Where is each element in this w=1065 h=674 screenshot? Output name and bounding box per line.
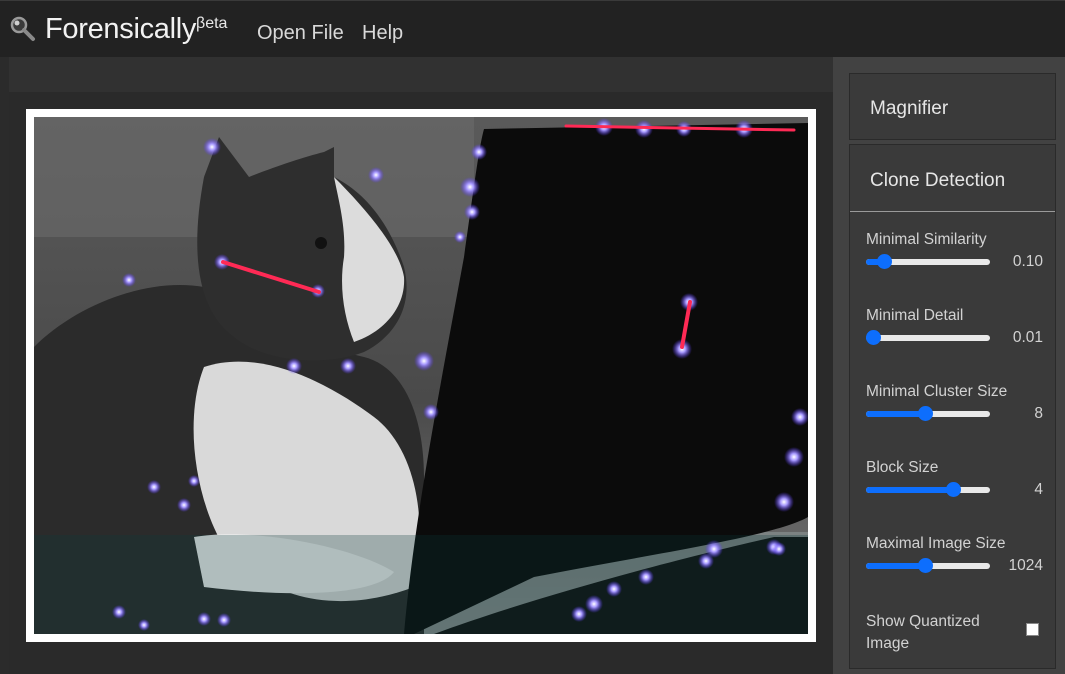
show-quantized-image-label: Show Quantized Image xyxy=(866,611,980,655)
cat-eye xyxy=(315,237,327,249)
open-file-menu[interactable]: Open File xyxy=(257,22,344,45)
maximal-image-size-slider[interactable] xyxy=(866,558,990,574)
slider-thumb[interactable] xyxy=(877,254,892,269)
clone-detection-panel: Clone Detection Minimal Similarity 0.10 … xyxy=(849,144,1056,669)
slider-thumb[interactable] xyxy=(866,330,881,345)
minimal-detail-slider[interactable] xyxy=(866,330,990,346)
lower-tint xyxy=(34,535,808,634)
maximal-image-size-value: 1024 xyxy=(1008,557,1043,574)
minimal-similarity-slider[interactable] xyxy=(866,254,990,270)
minimal-cluster-size-value: 8 xyxy=(1034,405,1043,422)
beta-badge: βeta xyxy=(196,15,228,32)
magnifier-panel[interactable]: Magnifier xyxy=(849,73,1056,140)
show-quantized-label-line2: Image xyxy=(866,635,910,652)
slider-thumb[interactable] xyxy=(946,482,962,497)
minimal-similarity-value: 0.10 xyxy=(1012,253,1043,270)
analysis-canvas[interactable] xyxy=(34,117,808,634)
clone-detection-overlay xyxy=(34,117,808,634)
block-size-slider[interactable] xyxy=(866,482,990,498)
slider-thumb[interactable] xyxy=(917,558,933,573)
top-bar: Forensically βeta Open File Help xyxy=(0,0,1065,57)
maximal-image-size-label: Maximal Image Size xyxy=(866,535,1006,552)
minimal-detail-label: Minimal Detail xyxy=(866,307,964,324)
minimal-cluster-size-slider[interactable] xyxy=(866,406,990,422)
slider-thumb[interactable] xyxy=(917,406,933,421)
workspace-header-band xyxy=(9,57,833,92)
image-workspace xyxy=(9,57,833,674)
block-size-label: Block Size xyxy=(866,459,939,476)
panel-divider xyxy=(850,211,1055,212)
minimal-cluster-size-label: Minimal Cluster Size xyxy=(866,383,1008,400)
magnifier-icon xyxy=(10,16,35,41)
app-title: Forensically xyxy=(45,13,197,45)
show-quantized-image-checkbox[interactable] xyxy=(1026,623,1039,636)
tool-sidebar: Magnifier Clone Detection Minimal Simila… xyxy=(833,57,1065,674)
block-size-value: 4 xyxy=(1034,481,1043,498)
minimal-similarity-label: Minimal Similarity xyxy=(866,231,987,248)
show-quantized-label-line1: Show Quantized xyxy=(866,613,980,630)
image-frame xyxy=(26,109,816,642)
panel-title-clone-detection[interactable]: Clone Detection xyxy=(870,170,1005,192)
minimal-detail-value: 0.01 xyxy=(1012,329,1043,346)
help-menu[interactable]: Help xyxy=(362,22,403,45)
panel-title-magnifier[interactable]: Magnifier xyxy=(870,98,948,120)
